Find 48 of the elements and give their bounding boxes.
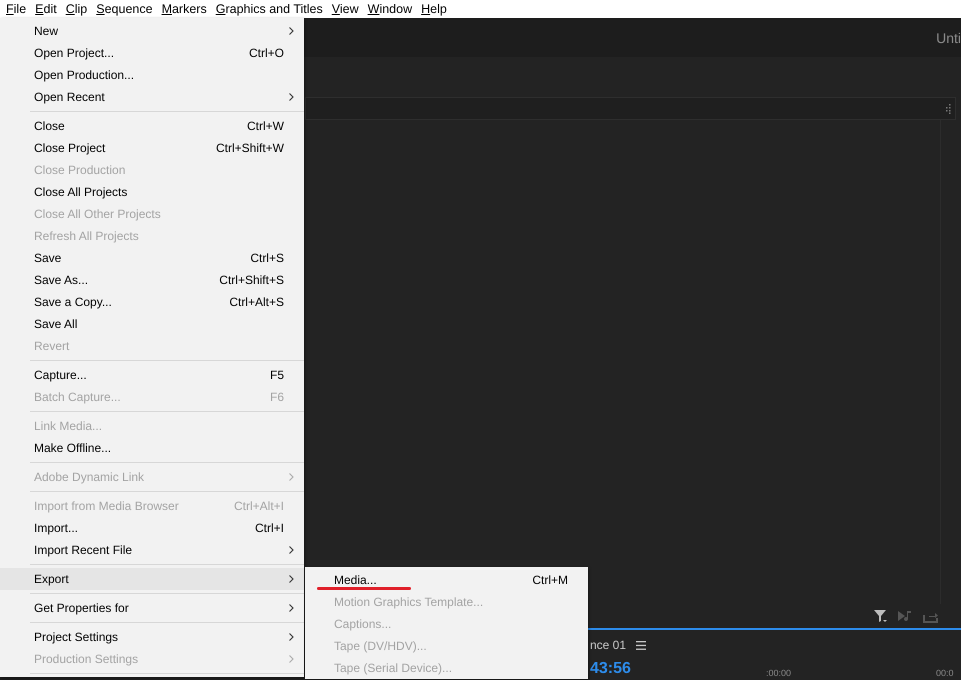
shortcut-text: Ctrl+I xyxy=(254,521,284,535)
ruler-label: :00:00 xyxy=(766,668,792,678)
filter-icon[interactable] xyxy=(873,609,887,623)
menu-item[interactable]: New xyxy=(0,20,304,42)
menu-item[interactable]: Open Project... Ctrl+O xyxy=(0,42,304,64)
menu-item[interactable]: Save a Copy... Ctrl+Alt+S xyxy=(0,291,304,313)
menu-item[interactable]: Make Offline... xyxy=(0,437,304,459)
menu-bar-item[interactable]: View xyxy=(328,0,364,18)
shortcut-text: Ctrl+O xyxy=(248,46,284,60)
menu-bar-item[interactable]: Edit xyxy=(31,0,62,18)
shortcut-text: Ctrl+Shift+W xyxy=(216,141,284,155)
ruler-label: 00:0 xyxy=(936,668,954,678)
shortcut-text: Ctrl+Shift+S xyxy=(219,273,284,287)
menu-bar-item[interactable]: Sequence xyxy=(92,0,158,18)
menu-bar-item[interactable]: Graphics and Titles xyxy=(212,0,328,18)
menu-item[interactable]: Close All Projects xyxy=(0,181,304,203)
menu-item[interactable]: Close Project Ctrl+Shift+W xyxy=(0,137,304,159)
menu-item[interactable]: Close Ctrl+W xyxy=(0,115,304,137)
menu-item[interactable]: Export xyxy=(0,568,304,590)
menu-item[interactable]: Open Recent xyxy=(0,86,304,108)
menu-item[interactable]: Import Recent File xyxy=(0,539,304,561)
menu-item[interactable]: Import... Ctrl+I xyxy=(0,517,304,539)
menu-item[interactable]: Save All xyxy=(0,313,304,335)
window-title: Unti xyxy=(936,30,961,46)
menu-icon[interactable] xyxy=(636,640,646,650)
shortcut-text: F5 xyxy=(270,368,284,382)
menu-item[interactable]: Capture... F5 xyxy=(0,364,304,386)
sequence-tab[interactable]: nce 01 xyxy=(590,638,626,652)
menu-bar-item[interactable]: Window xyxy=(364,0,418,18)
menu-bar-item[interactable]: Markers xyxy=(158,0,212,18)
shortcut-text: F6 xyxy=(270,390,284,404)
menu-item[interactable]: Open Production... xyxy=(0,64,304,86)
menu-item[interactable]: Media... Ctrl+M xyxy=(305,569,588,591)
menu-item[interactable]: Save Ctrl+S xyxy=(0,247,304,269)
menu-item[interactable]: Save As... Ctrl+Shift+S xyxy=(0,269,304,291)
shortcut-text: Ctrl+Alt+S xyxy=(229,295,284,309)
shortcut-text: Ctrl+S xyxy=(250,251,284,265)
play-note-icon[interactable] xyxy=(897,609,913,623)
menu-bar-item[interactable]: File xyxy=(2,0,32,18)
menu-item[interactable]: Project Settings xyxy=(0,626,304,648)
menu-bar-item[interactable]: Clip xyxy=(62,0,92,18)
timecode[interactable]: 43:56 xyxy=(588,660,766,678)
grip-icon[interactable] xyxy=(945,104,951,114)
menu-bar-item[interactable]: Help xyxy=(417,0,452,18)
shortcut-text: Ctrl+Alt+I xyxy=(234,499,284,513)
shortcut-text: Ctrl+W xyxy=(247,119,284,133)
shortcut-text: Ctrl+M xyxy=(532,573,568,587)
menu-item[interactable]: Get Properties for xyxy=(0,597,304,619)
